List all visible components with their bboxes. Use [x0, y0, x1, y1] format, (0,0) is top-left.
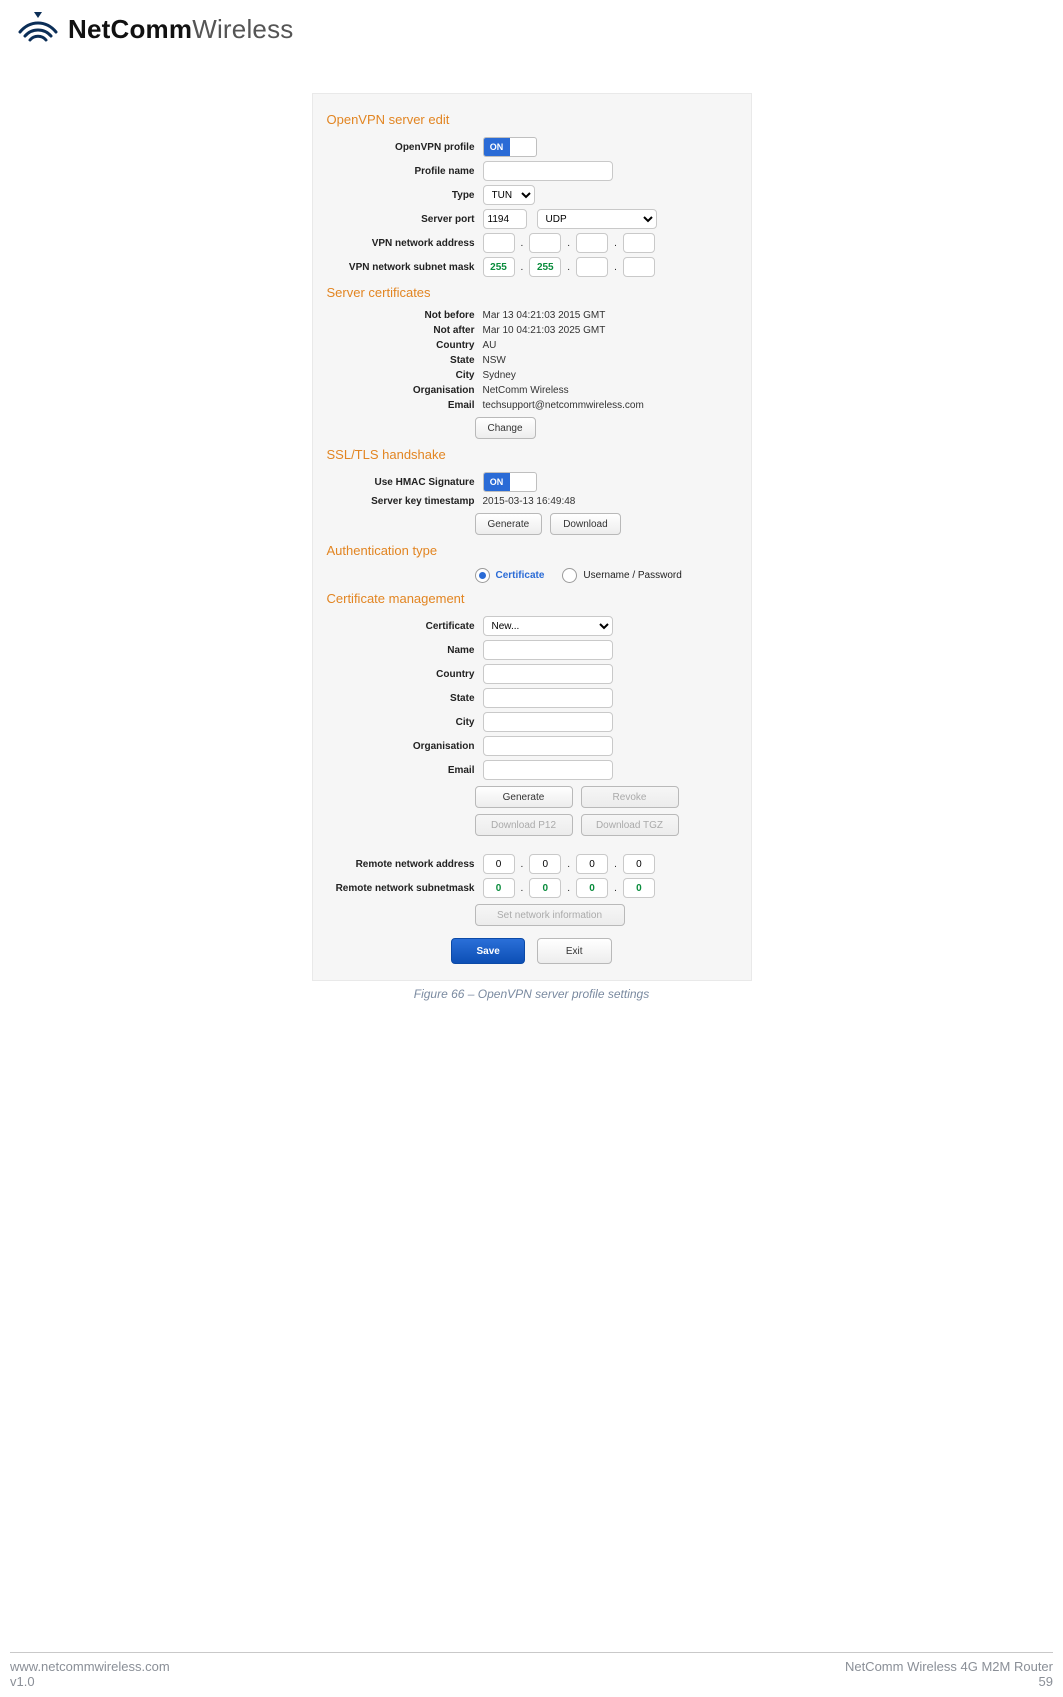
wifi-icon: [16, 10, 60, 49]
vnsm-octet-2[interactable]: [529, 257, 561, 277]
cert-state-input[interactable]: [483, 688, 613, 708]
cert-email-input[interactable]: [483, 760, 613, 780]
type-select[interactable]: TUN: [483, 185, 535, 205]
value-state: NSW: [483, 355, 506, 366]
auth-label-userpass: Username / Password: [583, 570, 681, 581]
download-tgz-button[interactable]: Download TGZ: [581, 814, 679, 836]
save-button[interactable]: Save: [451, 938, 524, 964]
label-type: Type: [327, 190, 483, 201]
cert-generate-button[interactable]: Generate: [475, 786, 573, 808]
section-title-server-certs: Server certificates: [327, 285, 737, 300]
value-city: Sydney: [483, 370, 516, 381]
openvpn-profile-toggle[interactable]: ON: [483, 137, 537, 157]
vnsm-octet-3[interactable]: [576, 257, 608, 277]
rns-octet-2[interactable]: [529, 878, 561, 898]
value-server-key-ts: 2015-03-13 16:49:48: [483, 496, 576, 507]
label-remote-net-mask: Remote network subnetmask: [327, 883, 483, 894]
value-not-before: Mar 13 04:21:03 2015 GMT: [483, 310, 606, 321]
server-port-input[interactable]: [483, 209, 527, 229]
auth-radio-userpass[interactable]: [562, 568, 577, 583]
label-city: City: [327, 370, 483, 381]
cert-select[interactable]: New...: [483, 616, 613, 636]
page-footer: www.netcommwireless.com v1.0 NetComm Wir…: [10, 1652, 1053, 1689]
rna-octet-2[interactable]: [529, 854, 561, 874]
label-cert-org: Organisation: [327, 741, 483, 752]
section-title-certmgmt: Certificate management: [327, 591, 737, 606]
auth-label-certificate: Certificate: [496, 570, 545, 581]
footer-url: www.netcommwireless.com: [10, 1659, 170, 1674]
section-title-openvpn: OpenVPN server edit: [327, 112, 737, 127]
label-vpn-network-address: VPN network address: [327, 238, 483, 249]
cert-revoke-button[interactable]: Revoke: [581, 786, 679, 808]
cert-org-input[interactable]: [483, 736, 613, 756]
label-state: State: [327, 355, 483, 366]
vna-octet-3[interactable]: [576, 233, 608, 253]
value-not-after: Mar 10 04:21:03 2025 GMT: [483, 325, 606, 336]
protocol-select[interactable]: UDP: [537, 209, 657, 229]
label-not-before: Not before: [327, 310, 483, 321]
figure-caption: Figure 66 – OpenVPN server profile setti…: [312, 987, 752, 1001]
rna-octet-4[interactable]: [623, 854, 655, 874]
rns-octet-1[interactable]: [483, 878, 515, 898]
label-cert-country: Country: [327, 669, 483, 680]
label-server-key-ts: Server key timestamp: [327, 496, 483, 507]
label-cert-city: City: [327, 717, 483, 728]
generate-button[interactable]: Generate: [475, 513, 543, 535]
settings-panel: OpenVPN server edit OpenVPN profile ON P…: [312, 93, 752, 981]
download-button[interactable]: Download: [550, 513, 620, 535]
cert-city-input[interactable]: [483, 712, 613, 732]
exit-button[interactable]: Exit: [537, 938, 612, 964]
label-email: Email: [327, 400, 483, 411]
rna-octet-1[interactable]: [483, 854, 515, 874]
section-title-ssl: SSL/TLS handshake: [327, 447, 737, 462]
value-email: techsupport@netcommwireless.com: [483, 400, 644, 411]
vna-octet-2[interactable]: [529, 233, 561, 253]
auth-radio-certificate[interactable]: [475, 568, 490, 583]
label-org: Organisation: [327, 385, 483, 396]
rns-octet-3[interactable]: [576, 878, 608, 898]
value-org: NetComm Wireless: [483, 385, 569, 396]
vna-octet-4[interactable]: [623, 233, 655, 253]
brand-text: NetCommWireless: [68, 14, 293, 45]
toggle-on-label: ON: [484, 473, 510, 491]
label-cert-state: State: [327, 693, 483, 704]
rns-octet-4[interactable]: [623, 878, 655, 898]
cert-country-input[interactable]: [483, 664, 613, 684]
footer-version: v1.0: [10, 1674, 170, 1689]
label-vpn-subnet-mask: VPN network subnet mask: [327, 262, 483, 273]
label-profile-name: Profile name: [327, 166, 483, 177]
label-server-port: Server port: [327, 214, 483, 225]
profile-name-input[interactable]: [483, 161, 613, 181]
label-country: Country: [327, 340, 483, 351]
set-network-button[interactable]: Set network information: [475, 904, 625, 926]
footer-page: 59: [845, 1674, 1053, 1689]
download-p12-button[interactable]: Download P12: [475, 814, 573, 836]
vna-octet-1[interactable]: [483, 233, 515, 253]
toggle-on-label: ON: [484, 138, 510, 156]
vnsm-octet-1[interactable]: [483, 257, 515, 277]
footer-product: NetComm Wireless 4G M2M Router: [845, 1659, 1053, 1674]
vnsm-octet-4[interactable]: [623, 257, 655, 277]
brand-header: NetCommWireless: [10, 10, 1053, 49]
label-cert: Certificate: [327, 621, 483, 632]
label-not-after: Not after: [327, 325, 483, 336]
label-hmac: Use HMAC Signature: [327, 477, 483, 488]
change-button[interactable]: Change: [475, 417, 536, 439]
label-cert-email: Email: [327, 765, 483, 776]
section-title-auth: Authentication type: [327, 543, 737, 558]
cert-name-input[interactable]: [483, 640, 613, 660]
hmac-toggle[interactable]: ON: [483, 472, 537, 492]
rna-octet-3[interactable]: [576, 854, 608, 874]
label-remote-net-addr: Remote network address: [327, 859, 483, 870]
label-openvpn-profile: OpenVPN profile: [327, 142, 483, 153]
value-country: AU: [483, 340, 497, 351]
label-name: Name: [327, 645, 483, 656]
